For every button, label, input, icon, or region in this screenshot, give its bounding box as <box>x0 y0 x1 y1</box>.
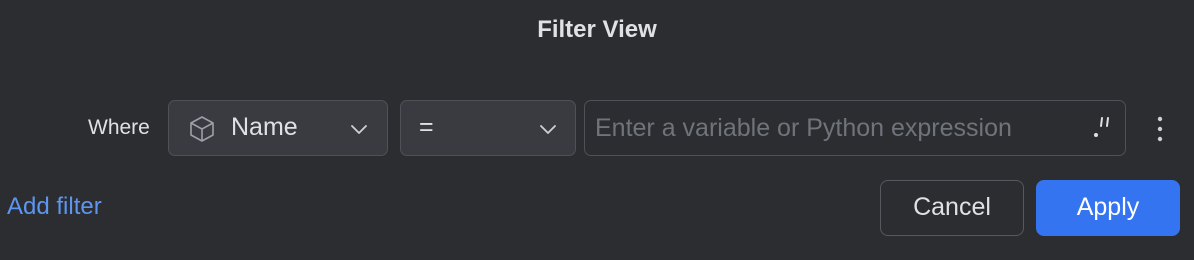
operator-dropdown[interactable]: = <box>400 100 576 156</box>
apply-button[interactable]: Apply <box>1036 180 1180 236</box>
cube-icon <box>190 116 214 142</box>
expression-field[interactable] <box>584 100 1126 156</box>
field-dropdown[interactable]: Name <box>168 100 388 156</box>
expression-input[interactable] <box>595 109 1065 147</box>
chevron-down-icon <box>540 125 556 134</box>
field-dropdown-value: Name <box>231 113 298 141</box>
where-label: Where <box>88 116 150 139</box>
dialog-title: Filter View <box>537 16 657 43</box>
add-filter-link[interactable]: Add filter <box>7 193 102 221</box>
chevron-down-icon <box>351 125 367 134</box>
expand-icon[interactable] <box>1091 111 1113 141</box>
operator-dropdown-value: = <box>419 113 434 141</box>
cancel-button[interactable]: Cancel <box>880 180 1024 236</box>
filter-view-dialog: Filter View Where Name = Add filter Canc… <box>0 0 1194 260</box>
vertical-ellipsis-icon[interactable] <box>1148 114 1172 144</box>
